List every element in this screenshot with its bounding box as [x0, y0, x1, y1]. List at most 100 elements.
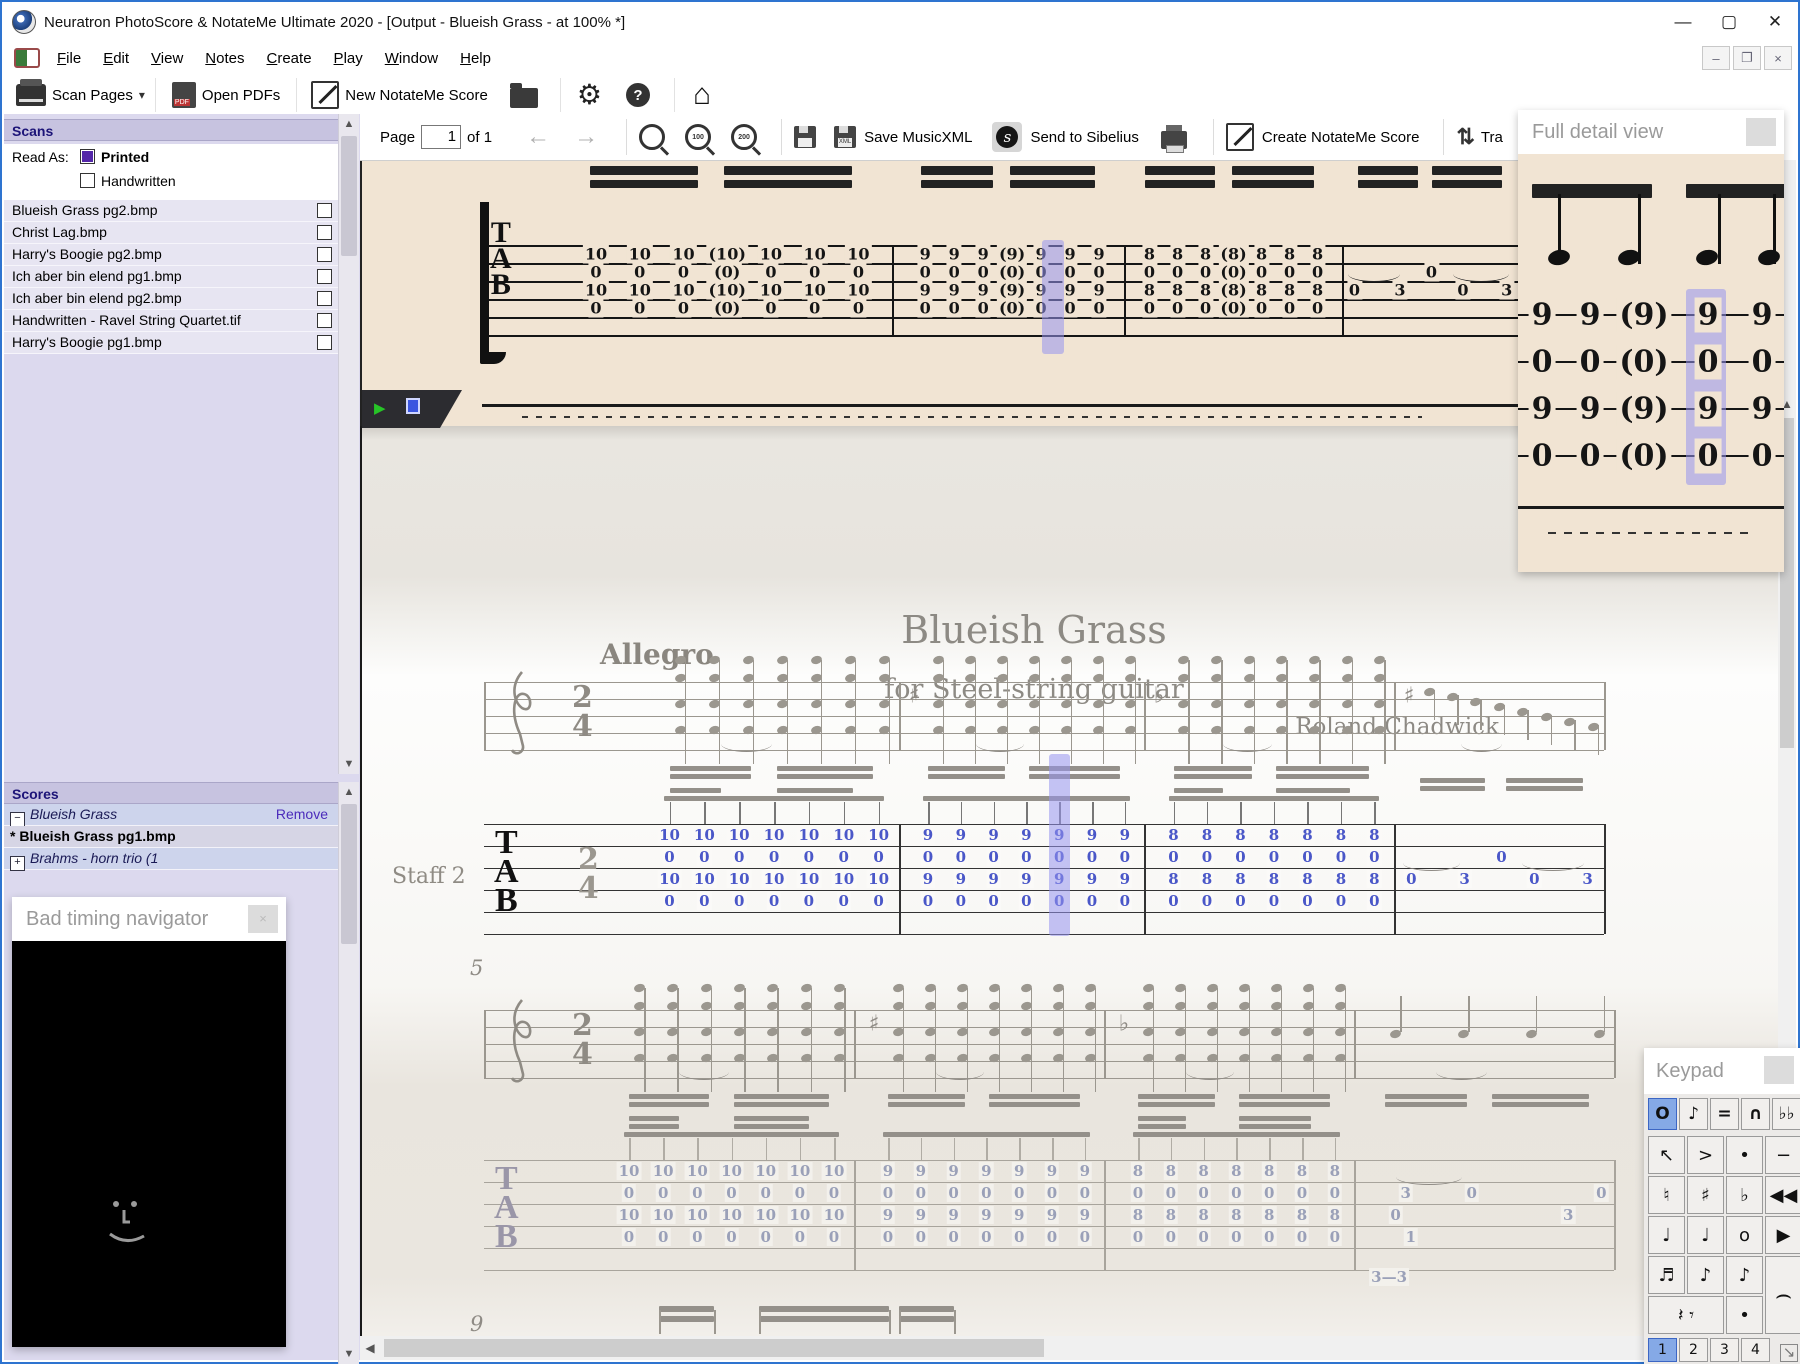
scroll-left-icon[interactable]: ◀ [360, 1336, 380, 1360]
keypad-close-icon[interactable] [1764, 1056, 1794, 1084]
scan-pages-dropdown-icon[interactable]: ▾ [139, 88, 145, 102]
zoom-icon[interactable] [639, 124, 666, 150]
child-close-button[interactable]: × [1764, 46, 1792, 70]
whole-note-key[interactable]: o [1726, 1216, 1763, 1254]
score-row[interactable]: + Brahms - horn trio (1 [4, 848, 338, 871]
menu-notes[interactable]: Notes [205, 50, 244, 67]
horizontal-scroll-thumb[interactable] [384, 1339, 1044, 1357]
eighth-note-key[interactable]: ♪ [1687, 1256, 1724, 1294]
keypad-page-1[interactable]: 1 [1648, 1338, 1677, 1362]
scan-pages-button[interactable]: Scan Pages ▾ [2, 79, 145, 106]
zoom-100-icon[interactable]: 100 [685, 124, 712, 150]
save-icon[interactable] [794, 126, 817, 148]
menu-window[interactable]: Window [385, 50, 438, 67]
tenuto-key[interactable]: − [1765, 1136, 1800, 1174]
menu-create[interactable]: Create [267, 50, 312, 67]
quarter-note-key[interactable]: ♩ [1648, 1216, 1685, 1254]
previous-page-icon[interactable]: ← [526, 125, 550, 149]
settings-button[interactable]: ⚙ [577, 81, 602, 109]
send-to-sibelius-button[interactable]: Send to Sibelius [1030, 129, 1138, 146]
cursor-key[interactable]: ↖ [1648, 1136, 1685, 1174]
sibelius-icon[interactable]: s [992, 122, 1023, 152]
scan-file-row[interactable]: Ich aber bin elend pg1.bmp [4, 266, 338, 288]
scan-file-checkbox[interactable] [317, 269, 332, 284]
zoom-200-icon[interactable]: 200 [731, 124, 758, 150]
scan-file-row[interactable]: Harry's Boogie pg1.bmp [4, 332, 338, 354]
keypad-page-2[interactable]: 2 [1679, 1338, 1708, 1362]
beams-tab[interactable]: ♪ [1679, 1098, 1708, 1130]
expand-icon[interactable]: + [10, 856, 25, 871]
rewind-key[interactable]: ◀◀ [1765, 1176, 1800, 1214]
play-key[interactable]: ▶ [1765, 1216, 1800, 1254]
accent-key[interactable]: > [1687, 1136, 1724, 1174]
open-pdfs-button[interactable]: Open PDFs [171, 82, 286, 108]
menu-file[interactable]: File [57, 50, 81, 67]
save-musicxml-button[interactable]: Save MusicXML [864, 129, 972, 146]
accidentals-tab[interactable]: ♭♭ [1772, 1098, 1800, 1130]
score-row[interactable]: − Blueish Grass Remove [4, 804, 338, 827]
keypad-page-3[interactable]: 3 [1710, 1338, 1739, 1362]
fermata-tab[interactable]: ∩ [1741, 1098, 1770, 1130]
scan-file-row[interactable]: Harry's Boogie pg2.bmp [4, 244, 338, 266]
half-note-key[interactable]: ♩ [1687, 1216, 1724, 1254]
scans-scroll-up-icon[interactable]: ▲ [339, 114, 359, 134]
scans-scroll-down-icon[interactable]: ▼ [339, 754, 359, 774]
scores-scroll-up-icon[interactable]: ▲ [339, 782, 359, 802]
aug-dot-key[interactable]: • [1726, 1296, 1763, 1334]
open-folder-button[interactable] [509, 82, 538, 108]
scan-file-row[interactable]: Ich aber bin elend pg2.bmp [4, 288, 338, 310]
save-xml-icon[interactable] [834, 126, 857, 148]
scores-scroll-down-icon[interactable]: ▼ [339, 1344, 359, 1364]
full-detail-close-icon[interactable] [1746, 118, 1776, 146]
score-row[interactable]: * Blueish Grass pg1.bmp [4, 826, 338, 848]
tie-key[interactable]: ⌢ [1765, 1256, 1800, 1334]
printed-checkbox[interactable] [80, 149, 95, 164]
page-input[interactable]: 1 [421, 125, 462, 149]
collapse-icon[interactable]: − [10, 812, 25, 827]
scores-scrollbar[interactable]: ▲ ▼ [338, 782, 359, 1364]
close-button[interactable]: ✕ [1752, 6, 1798, 38]
scan-file-row[interactable]: Handwritten - Ravel String Quartet.tif [4, 310, 338, 332]
natural-key[interactable]: ♮ [1648, 1176, 1685, 1214]
create-notateme-button[interactable]: Create NotateMe Score [1262, 129, 1420, 146]
transpose-button[interactable]: Tra [1481, 129, 1503, 146]
keypad-resize-grip[interactable]: ↘ [1780, 1344, 1798, 1362]
create-notateme-icon[interactable] [1225, 123, 1254, 151]
menu-play[interactable]: Play [334, 50, 363, 67]
handwritten-checkbox[interactable] [80, 173, 95, 188]
menu-view[interactable]: View [151, 50, 183, 67]
scans-scrollbar[interactable]: ▲ ▼ [338, 114, 359, 774]
stop-icon[interactable] [406, 398, 420, 414]
scan-file-row[interactable]: Christ Lag.bmp [4, 222, 338, 244]
horizontal-scrollbar[interactable]: ◀ [360, 1336, 1778, 1360]
staccato-key[interactable]: • [1726, 1136, 1763, 1174]
bad-timing-close-icon[interactable]: × [248, 905, 278, 933]
scan-file-checkbox[interactable] [317, 313, 332, 328]
transpose-icon[interactable]: ⇅ [1456, 124, 1474, 150]
scan-file-checkbox[interactable] [317, 291, 332, 306]
full-detail-canvas[interactable]: 90909090(9)(0)(9)(0)909090909090 [1518, 154, 1784, 572]
next-page-icon[interactable]: → [574, 125, 598, 149]
sixteenth-note-key[interactable]: ♬ [1648, 1256, 1685, 1294]
menu-edit[interactable]: Edit [103, 50, 129, 67]
minimize-button[interactable]: — [1660, 6, 1706, 38]
child-minimize-button[interactable]: – [1702, 46, 1730, 70]
full-detail-title-bar[interactable]: Full detail view [1518, 110, 1784, 154]
print-icon[interactable] [1160, 125, 1187, 153]
keypad-page-4[interactable]: 4 [1741, 1338, 1770, 1362]
sharp-key[interactable]: ♯ [1687, 1176, 1724, 1214]
child-restore-button[interactable]: ❐ [1733, 46, 1761, 70]
keypad-title-bar[interactable]: Keypad [1644, 1048, 1800, 1094]
bars-tab[interactable]: = [1710, 1098, 1739, 1130]
play-icon[interactable]: ▶ [374, 399, 386, 417]
new-notateme-button[interactable]: New NotateMe Score [311, 81, 494, 109]
menu-help[interactable]: Help [460, 50, 491, 67]
scan-file-checkbox[interactable] [317, 335, 332, 350]
rests-key[interactable]: 𝄽 𝄾 [1648, 1296, 1724, 1334]
eighth-note-2-key[interactable]: ♪ [1726, 1256, 1763, 1294]
home-button[interactable]: ⌂ [693, 80, 711, 110]
bad-timing-title-bar[interactable]: Bad timing navigator × [12, 897, 286, 941]
scan-file-checkbox[interactable] [317, 225, 332, 240]
scan-file-row[interactable]: Blueish Grass pg2.bmp [4, 200, 338, 222]
remove-score-button[interactable]: Remove [276, 804, 328, 825]
